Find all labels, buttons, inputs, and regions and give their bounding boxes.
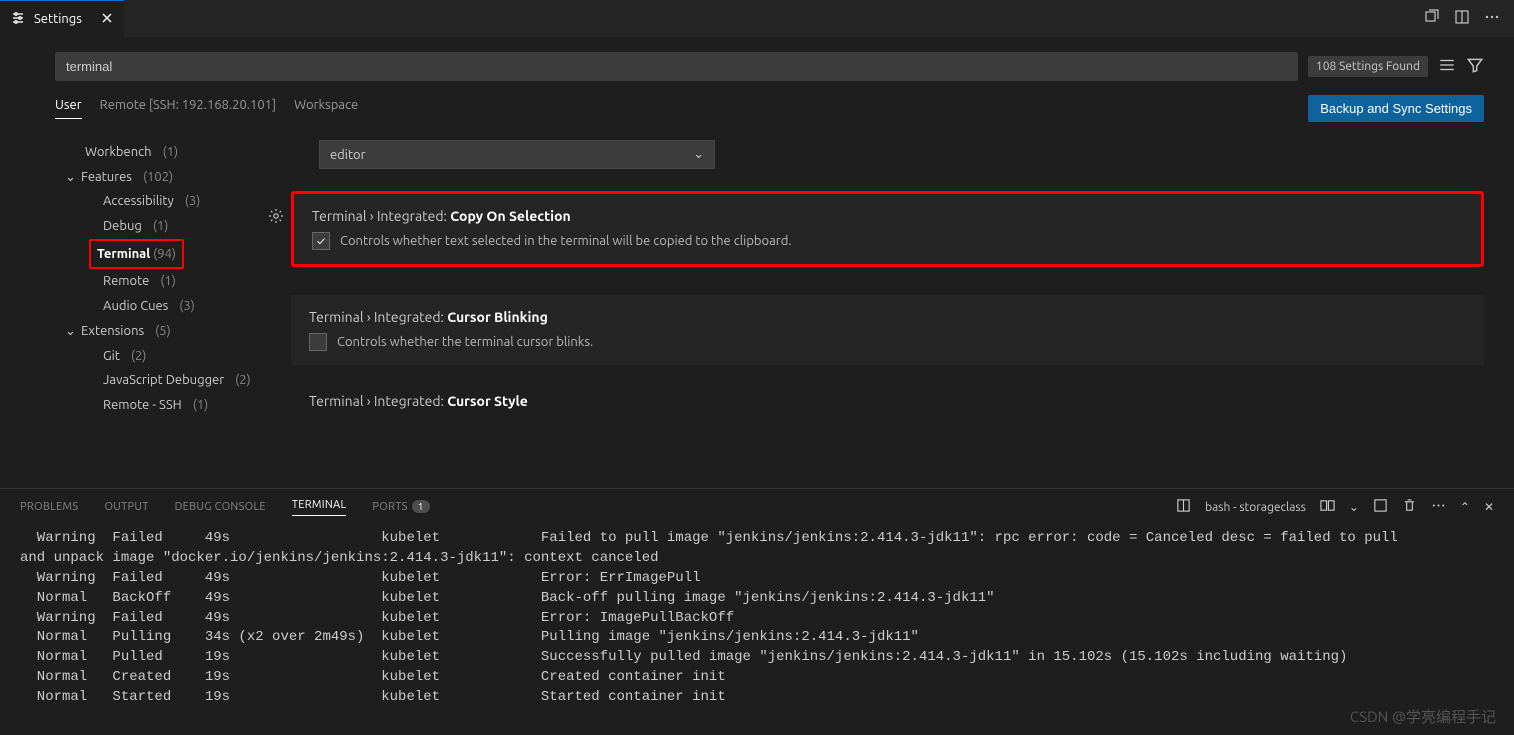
setting-description: Controls whether the terminal cursor bli… bbox=[337, 335, 593, 349]
more-icon[interactable] bbox=[1431, 498, 1446, 516]
terminal-shell-label[interactable]: bash - storageclass bbox=[1205, 501, 1306, 514]
filter-icon[interactable] bbox=[1466, 56, 1484, 77]
tree-terminal[interactable]: Terminal (94) bbox=[55, 239, 255, 270]
tree-audio-cues[interactable]: Audio Cues (3) bbox=[55, 294, 255, 319]
layout-icon[interactable] bbox=[1373, 498, 1388, 516]
scope-workspace-tab[interactable]: Workspace bbox=[294, 98, 358, 119]
chevron-up-icon[interactable]: ⌃ bbox=[1460, 500, 1470, 514]
split-terminal-icon[interactable] bbox=[1320, 498, 1335, 516]
settings-toggle-icon[interactable] bbox=[1438, 56, 1456, 77]
settings-icon bbox=[10, 10, 26, 29]
chevron-down-icon: ⌄ bbox=[65, 319, 77, 344]
terminal-shell-icon[interactable] bbox=[1176, 498, 1191, 516]
split-editor-icon[interactable] bbox=[1454, 9, 1470, 28]
chevron-down-icon: ⌄ bbox=[693, 147, 704, 162]
settings-scope-row: User Remote [SSH: 192.168.20.101] Worksp… bbox=[0, 81, 1514, 122]
results-count-badge: 108 Settings Found bbox=[1308, 56, 1428, 77]
setting-description: Controls whether text selected in the te… bbox=[340, 234, 792, 248]
tree-js-debugger[interactable]: JavaScript Debugger (2) bbox=[55, 368, 255, 393]
panel-tab-ports[interactable]: PORTS1 bbox=[372, 501, 429, 513]
settings-tab[interactable]: Settings bbox=[0, 0, 124, 37]
run-settings-icon[interactable] bbox=[1424, 9, 1440, 28]
checkbox-checked[interactable]: ✓ bbox=[312, 232, 330, 250]
setting-cursor-style[interactable]: Terminal › Integrated: Cursor Style bbox=[309, 393, 1484, 409]
panel-tab-debug-console[interactable]: DEBUG CONSOLE bbox=[175, 501, 266, 513]
setting-dropdown[interactable]: editor ⌄ bbox=[319, 140, 715, 169]
scope-user-tab[interactable]: User bbox=[55, 98, 82, 119]
settings-list: editor ⌄ Terminal › Integrated: Copy On … bbox=[255, 140, 1484, 432]
panel-tab-bar: PROBLEMS OUTPUT DEBUG CONSOLE TERMINAL P… bbox=[0, 489, 1514, 525]
tree-remote-ssh[interactable]: Remote - SSH (1) bbox=[55, 393, 255, 418]
tree-git[interactable]: Git (2) bbox=[55, 344, 255, 369]
settings-tree: Workbench (1) ⌄Features (102) Accessibil… bbox=[55, 140, 255, 432]
settings-search-row: 108 Settings Found bbox=[0, 38, 1514, 81]
setting-copy-on-selection[interactable]: Terminal › Integrated: Copy On Selection… bbox=[291, 191, 1484, 267]
tab-title: Settings bbox=[34, 12, 82, 26]
search-input[interactable] bbox=[55, 52, 1298, 81]
gear-icon[interactable] bbox=[268, 208, 284, 227]
checkbox-unchecked[interactable] bbox=[309, 333, 327, 351]
tree-debug[interactable]: Debug (1) bbox=[55, 214, 255, 239]
editor-tab-bar: Settings bbox=[0, 0, 1514, 38]
chevron-down-icon[interactable]: ⌄ bbox=[1349, 500, 1359, 514]
close-icon[interactable] bbox=[100, 11, 114, 28]
close-panel-icon[interactable]: ✕ bbox=[1484, 500, 1494, 514]
dropdown-value: editor bbox=[330, 148, 366, 162]
tree-workbench[interactable]: Workbench (1) bbox=[55, 140, 255, 165]
bottom-panel: PROBLEMS OUTPUT DEBUG CONSOLE TERMINAL P… bbox=[0, 488, 1514, 735]
panel-tab-terminal[interactable]: TERMINAL bbox=[292, 499, 347, 516]
scope-remote-tab[interactable]: Remote [SSH: 192.168.20.101] bbox=[100, 98, 277, 119]
setting-title: Terminal › Integrated: Cursor Blinking bbox=[309, 309, 1466, 325]
setting-title: Terminal › Integrated: Copy On Selection bbox=[312, 208, 1463, 224]
tree-accessibility[interactable]: Accessibility (3) bbox=[55, 189, 255, 214]
chevron-down-icon: ⌄ bbox=[65, 165, 77, 190]
setting-cursor-blinking[interactable]: Terminal › Integrated: Cursor Blinking C… bbox=[291, 295, 1484, 365]
trash-icon[interactable] bbox=[1402, 498, 1417, 516]
terminal-output[interactable]: Warning Failed 49s kubelet Failed to pul… bbox=[0, 525, 1514, 712]
ports-badge: 1 bbox=[412, 500, 430, 513]
more-icon[interactable] bbox=[1484, 9, 1500, 28]
panel-tab-problems[interactable]: PROBLEMS bbox=[20, 501, 78, 513]
panel-tab-output[interactable]: OUTPUT bbox=[104, 501, 148, 513]
tree-features[interactable]: ⌄Features (102) bbox=[55, 165, 255, 190]
tree-extensions[interactable]: ⌄Extensions (5) bbox=[55, 319, 255, 344]
tree-remote[interactable]: Remote (1) bbox=[55, 269, 255, 294]
backup-sync-button[interactable]: Backup and Sync Settings bbox=[1308, 95, 1484, 122]
